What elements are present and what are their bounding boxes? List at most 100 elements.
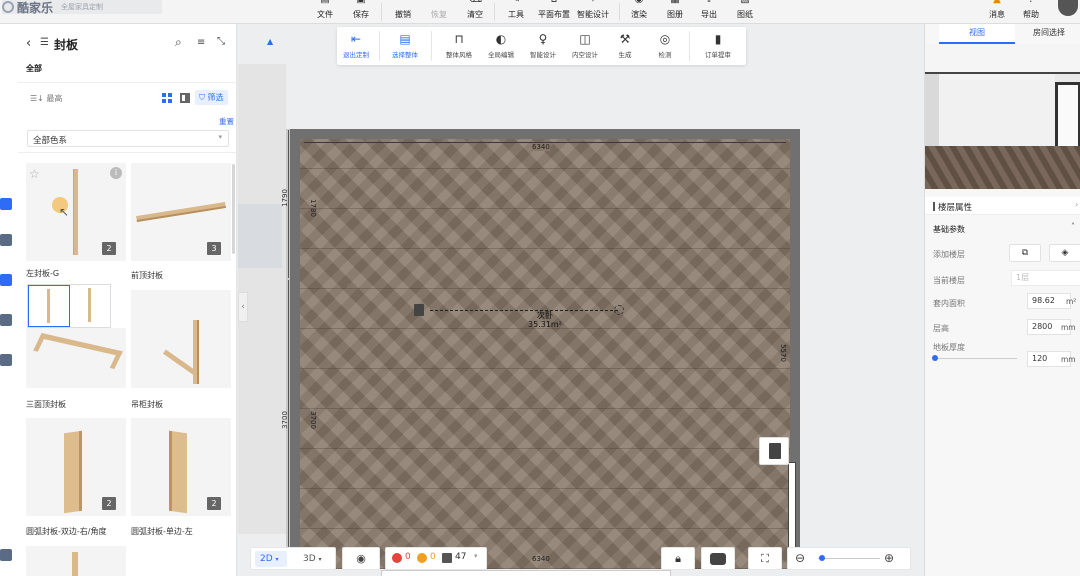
nav-settings-icon[interactable] xyxy=(0,549,12,561)
filter-icon: ⛉ xyxy=(199,93,205,102)
floor-preview xyxy=(925,146,1080,189)
global-edit-button[interactable]: ◐ 全局编辑 xyxy=(483,27,519,65)
smart-design-sub-button[interactable]: ♀ 智能设计 xyxy=(525,27,561,65)
product-card[interactable]: 3 前顶封板 xyxy=(131,163,231,283)
logo-subtitle: 全屋家具定制 xyxy=(61,3,104,11)
category-label[interactable]: 全部 xyxy=(26,63,42,74)
exit-custom-button[interactable]: ⇤ 退出定制 xyxy=(339,27,373,65)
select-all-button[interactable]: ▤ 选择整体 xyxy=(387,27,423,65)
file-button[interactable]: ▤文件 xyxy=(314,0,336,24)
style-button[interactable]: ⊓ 整体风格 xyxy=(441,27,477,65)
clipboard-button[interactable] xyxy=(759,437,789,465)
tab-view[interactable]: 视图 xyxy=(939,24,1015,44)
zoom-slider-handle[interactable] xyxy=(819,555,825,561)
view-3d-button[interactable]: 3D ▾ xyxy=(299,551,331,567)
back-icon[interactable]: ‹ xyxy=(26,36,31,51)
render-button[interactable]: ◉渲染 xyxy=(628,0,650,24)
interior-design-button[interactable]: ◫ 内空设计 xyxy=(567,27,603,65)
product-thumbnail: ↖ ☆ i 2 xyxy=(26,163,126,261)
fit-view-button[interactable]: ⛶ xyxy=(748,547,782,570)
panel-toggle-button[interactable]: ‹ xyxy=(238,292,248,322)
left-nav xyxy=(0,24,18,576)
compact-view-icon[interactable] xyxy=(180,93,190,103)
message-button[interactable]: ▲消息 xyxy=(986,0,1008,24)
item-count: 47 xyxy=(455,552,467,562)
layout-button[interactable]: ⌂平面布置 xyxy=(536,0,572,24)
lock-button[interactable]: 🔒︎ xyxy=(661,547,695,570)
redo-button[interactable]: ↷恢复 xyxy=(428,0,450,24)
drawing-button[interactable]: ▧图纸 xyxy=(734,0,756,24)
horizontal-scrollbar[interactable] xyxy=(381,570,671,576)
product-card[interactable] xyxy=(26,546,126,576)
dimension-left-upper: 1790 xyxy=(280,189,289,207)
scrollbar[interactable] xyxy=(232,164,235,254)
nav-product-icon[interactable] xyxy=(0,198,12,210)
chevron-icon[interactable]: › xyxy=(1075,200,1078,209)
camera-target-handle[interactable] xyxy=(614,305,624,315)
check-button[interactable]: ◎ 检测 xyxy=(649,27,681,65)
save-button[interactable]: ▣保存 xyxy=(350,0,372,24)
logo: 酷家乐 全屋家具定制 xyxy=(2,0,162,15)
zoom-out-icon[interactable]: ⊖ xyxy=(795,551,805,565)
tool-button[interactable]: ✎工具 xyxy=(505,0,527,24)
list-view-icon[interactable]: ≡ xyxy=(197,37,205,48)
section-header: 楼层属性 › xyxy=(925,197,1080,215)
search-icon[interactable]: ⌕ xyxy=(175,35,182,50)
layers-add-icon: ⧉ xyxy=(1021,248,1029,258)
area-label: 套内面积 xyxy=(933,299,965,308)
order-submit-button[interactable]: ▮ 订单提审 xyxy=(699,27,737,65)
3d-preview[interactable] xyxy=(925,44,1080,189)
export-button[interactable]: ⇪导出 xyxy=(698,0,720,24)
floor-plan-canvas[interactable]: ▲ ‹ 1790 3700 6340 6340 1780 3700 5570 次… xyxy=(238,24,924,576)
collapse-chevron-icon[interactable]: ˄ xyxy=(1071,222,1075,231)
product-card[interactable]: 2 圆弧封板-单边-左 xyxy=(131,418,231,538)
cursor-icon: ↖ xyxy=(59,205,70,219)
filter-button[interactable]: ⛉ 筛选 xyxy=(195,90,228,105)
visibility-button[interactable]: ◉ xyxy=(342,547,380,570)
color-select[interactable]: 全部色系 ▾ xyxy=(27,130,229,147)
zoom-in-icon[interactable]: ⊕ xyxy=(884,551,894,565)
section-title: 楼层属性 xyxy=(938,203,973,213)
zoom-slider-track[interactable] xyxy=(818,558,880,559)
product-card[interactable]: 2 圆弧封板-双边-右/角度 xyxy=(26,418,126,538)
add-floor-down-button[interactable]: ◈ xyxy=(1049,244,1080,262)
product-card[interactable]: 吊柜封板 xyxy=(131,290,231,410)
top-toolbar: 酷家乐 全屋家具定制 ▤文件 ▣保存 ↶撤销 ↷恢复 ⌫清空 ✎工具 ⌂平面布置… xyxy=(0,0,1080,24)
divider xyxy=(18,152,236,153)
camera-icon[interactable] xyxy=(414,304,424,316)
room-floor[interactable] xyxy=(300,139,790,569)
product-name: 左封板-G xyxy=(26,269,60,278)
menu-icon[interactable]: ☰ xyxy=(40,37,49,48)
favorite-star-icon[interactable]: ☆ xyxy=(29,167,40,181)
grid-view-icon[interactable] xyxy=(162,93,172,103)
toggle-settings-button[interactable] xyxy=(701,547,735,570)
nav-model-icon[interactable] xyxy=(0,274,12,286)
area-field[interactable]: 98.62 xyxy=(1027,293,1071,309)
generate-button[interactable]: ⚒ 生成 xyxy=(609,27,641,65)
nav-list-icon[interactable] xyxy=(0,354,12,366)
product-thumbnail: 2 xyxy=(131,418,231,516)
album-icon: ▦ xyxy=(668,0,682,5)
reset-link[interactable]: 重置 xyxy=(219,116,234,127)
add-floor-up-button[interactable]: ⧉ xyxy=(1009,244,1041,262)
nav-crown-icon[interactable] xyxy=(0,234,12,246)
thickness-slider-track[interactable] xyxy=(933,358,1017,359)
tab-room-select[interactable]: 房间选择 xyxy=(1017,24,1080,44)
view-2d-button[interactable]: 2D ▾ xyxy=(255,551,287,567)
group-title: 基础参数 xyxy=(933,225,965,234)
smart-design-button[interactable]: ✦智能设计 xyxy=(576,0,610,24)
thickness-slider-handle[interactable] xyxy=(932,355,938,361)
status-indicators[interactable]: 0 0 47 ▾ xyxy=(385,547,487,570)
clear-button[interactable]: ⌫清空 xyxy=(464,0,486,24)
product-card[interactable]: 三面顶封板 xyxy=(26,290,126,410)
avatar[interactable] xyxy=(1058,0,1078,16)
current-floor-select[interactable]: 1层 xyxy=(1011,270,1080,286)
info-icon[interactable]: i xyxy=(110,167,122,179)
nav-user-icon[interactable] xyxy=(0,314,12,326)
sort-control[interactable]: ☰↓ 最高 xyxy=(30,93,62,104)
album-button[interactable]: ▦图册 xyxy=(664,0,686,24)
undo-button[interactable]: ↶撤销 xyxy=(392,0,414,24)
product-card[interactable]: ↖ ☆ i 2 左封板-G xyxy=(26,163,126,283)
help-button[interactable]: ?帮助 xyxy=(1020,0,1042,24)
collapse-icon[interactable]: ⤡ xyxy=(217,36,225,47)
